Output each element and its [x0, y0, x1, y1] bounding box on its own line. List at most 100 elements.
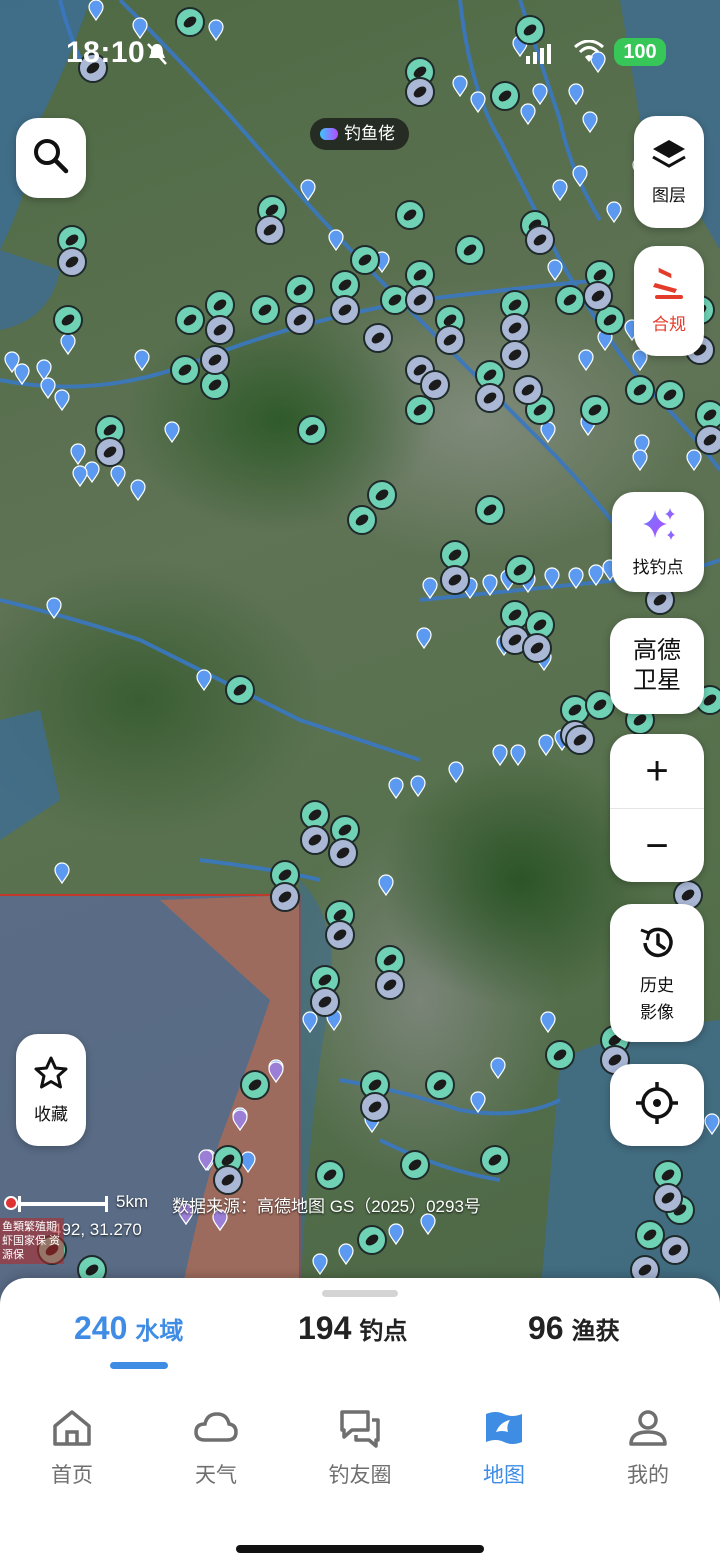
water-pin[interactable] [470, 91, 486, 114]
water-pin[interactable] [540, 421, 556, 444]
water-pin[interactable] [448, 761, 464, 784]
catch-pin[interactable] [255, 215, 285, 245]
water-pin[interactable] [532, 83, 548, 106]
water-pin[interactable] [588, 564, 604, 587]
water-pin[interactable] [544, 567, 560, 590]
fishing-spot-pin[interactable] [330, 270, 360, 300]
water-pin[interactable] [632, 449, 648, 472]
catch-pin[interactable] [565, 725, 595, 755]
fishing-spot-pin[interactable] [315, 1160, 345, 1190]
zoom-in-button[interactable]: + [610, 734, 704, 808]
catch-pin[interactable] [325, 920, 355, 950]
layers-button[interactable]: 图层 [634, 116, 704, 228]
water-pin[interactable] [300, 179, 316, 202]
water-pin[interactable] [134, 349, 150, 372]
water-pin[interactable] [312, 1253, 328, 1276]
water-pin[interactable] [452, 75, 468, 98]
stat-waters[interactable]: 240 水域 [74, 1310, 183, 1347]
water-pin[interactable] [470, 1091, 486, 1114]
catch-pin[interactable] [205, 315, 235, 345]
fishing-spot-pin[interactable] [380, 285, 410, 315]
fishing-spot-pin[interactable] [405, 260, 435, 290]
water-pin[interactable] [510, 744, 526, 767]
water-pin[interactable] [240, 1151, 256, 1174]
water-pin[interactable] [164, 421, 180, 444]
catch-pin[interactable] [500, 313, 530, 343]
fishing-spot-pin[interactable] [505, 555, 535, 585]
nav-item-weather[interactable]: 天气 [156, 1408, 276, 1489]
fishing-spot-pin[interactable] [635, 1220, 665, 1250]
water-pin[interactable] [490, 1057, 506, 1080]
fishing-spot-pin[interactable] [695, 400, 720, 430]
sheet-drag-handle[interactable] [322, 1290, 398, 1297]
catch-pin[interactable] [375, 970, 405, 1000]
catch-pin[interactable] [513, 375, 543, 405]
catch-pin[interactable] [660, 1235, 690, 1265]
fishing-spot-pin[interactable] [455, 235, 485, 265]
fishing-spot-pin[interactable] [350, 245, 380, 275]
nav-item-home[interactable]: 首页 [12, 1408, 132, 1489]
water-pin[interactable] [60, 333, 76, 356]
fishing-spot-pin[interactable] [545, 1040, 575, 1070]
fishing-spot-pin[interactable] [560, 695, 590, 725]
catch-pin[interactable] [475, 383, 505, 413]
fishing-spot-pin[interactable] [347, 505, 377, 535]
fishing-spot-pin[interactable] [400, 1150, 430, 1180]
water-pin[interactable] [482, 574, 498, 597]
nav-item-community[interactable]: 钓友圈 [300, 1408, 420, 1489]
catch-pin[interactable] [200, 345, 230, 375]
fishing-spot-pin[interactable] [480, 1145, 510, 1175]
history-imagery-button[interactable]: 历史 影像 [610, 904, 704, 1042]
stat-spots[interactable]: 194 钓点 [298, 1310, 407, 1347]
compliance-button[interactable]: 合规 [634, 246, 704, 356]
fishing-spot-pin[interactable] [375, 945, 405, 975]
fishing-spot-pin[interactable] [425, 1070, 455, 1100]
water-pin[interactable] [410, 775, 426, 798]
catch-pin[interactable] [95, 437, 125, 467]
catch-pin[interactable] [440, 565, 470, 595]
water-pin[interactable] [268, 1061, 284, 1084]
catch-pin[interactable] [270, 882, 300, 912]
water-pin[interactable] [578, 349, 594, 372]
fishing-spot-pin[interactable] [205, 290, 235, 320]
water-pin[interactable] [196, 669, 212, 692]
stat-catches[interactable]: 96 渔获 [528, 1310, 620, 1347]
water-pin[interactable] [130, 479, 146, 502]
water-pin[interactable] [70, 443, 86, 466]
fishing-spot-pin[interactable] [580, 395, 610, 425]
catch-pin[interactable] [57, 247, 87, 277]
water-pin[interactable] [328, 229, 344, 252]
catch-pin[interactable] [500, 340, 530, 370]
catch-pin[interactable] [522, 633, 552, 663]
catch-pin[interactable] [285, 305, 315, 335]
water-pin[interactable] [540, 1011, 556, 1034]
water-pin[interactable] [110, 465, 126, 488]
fishing-spot-pin[interactable] [170, 355, 200, 385]
water-pin[interactable] [40, 377, 56, 400]
water-pin[interactable] [568, 567, 584, 590]
water-pin[interactable] [198, 1149, 214, 1172]
nav-item-profile[interactable]: 我的 [588, 1408, 708, 1489]
water-pin[interactable] [14, 363, 30, 386]
water-pin[interactable] [54, 862, 70, 885]
water-pin[interactable] [606, 201, 622, 224]
water-pin[interactable] [88, 0, 104, 22]
water-pin[interactable] [686, 449, 702, 472]
fishing-spot-pin[interactable] [285, 275, 315, 305]
catch-pin[interactable] [360, 1092, 390, 1122]
water-pin[interactable] [492, 744, 508, 767]
fishing-spot-pin[interactable] [500, 600, 530, 630]
water-pin[interactable] [422, 577, 438, 600]
water-pin[interactable] [547, 259, 563, 282]
water-pin[interactable] [72, 465, 88, 488]
water-pin[interactable] [572, 165, 588, 188]
catch-pin[interactable] [583, 281, 613, 311]
nav-item-map[interactable]: 地图 [444, 1408, 564, 1489]
water-pin[interactable] [232, 1109, 248, 1132]
fishing-spot-pin[interactable] [475, 495, 505, 525]
fishing-spot-pin[interactable] [555, 285, 585, 315]
water-pin[interactable] [302, 1011, 318, 1034]
fishing-spot-pin[interactable] [53, 305, 83, 335]
fishing-spot-pin[interactable] [440, 540, 470, 570]
fishing-spot-pin[interactable] [490, 81, 520, 111]
